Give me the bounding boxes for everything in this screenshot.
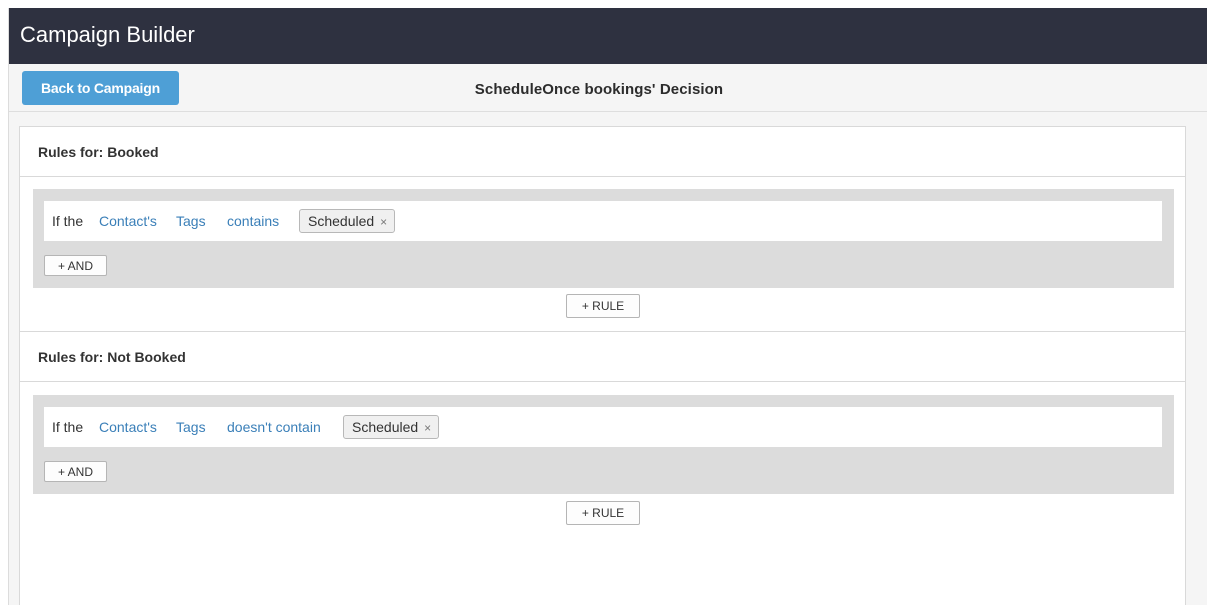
app-title: Campaign Builder	[20, 22, 195, 47]
condition-subject-link[interactable]: Contact's	[99, 213, 157, 229]
decision-title: ScheduleOnce bookings' Decision	[474, 81, 724, 98]
toolbar: Back to Campaign ScheduleOnce bookings' …	[9, 64, 1207, 112]
condition-row: If the Contact's Tags doesn't contain Sc…	[44, 407, 1162, 447]
condition-subject-link[interactable]: Contact's	[99, 419, 157, 435]
campaign-builder-window: Campaign Builder Back to Campaign Schedu…	[8, 8, 1207, 605]
add-rule-button[interactable]: + RULE	[566, 294, 640, 318]
title-bar: Campaign Builder	[9, 8, 1207, 64]
rule-box-not-booked: If the Contact's Tags doesn't contain Sc…	[33, 395, 1174, 494]
add-rule-button[interactable]: + RULE	[566, 501, 640, 525]
tag-chip-label: Scheduled	[352, 419, 419, 435]
rule-box-booked: If the Contact's Tags contains Scheduled…	[33, 189, 1174, 288]
condition-prefix: If the	[52, 419, 84, 435]
condition-field-link[interactable]: Tags	[176, 419, 206, 435]
tag-chip-label: Scheduled	[308, 213, 375, 229]
remove-tag-icon[interactable]: ×	[380, 215, 387, 229]
rules-panel: Rules for: Booked If the Contact's Tags …	[19, 126, 1186, 605]
condition-operator-link[interactable]: doesn't contain	[227, 419, 321, 435]
rules-group-label: Rules for: Booked	[38, 144, 159, 160]
add-and-button[interactable]: + AND	[44, 255, 107, 276]
rules-header-booked: Rules for: Booked	[20, 127, 1185, 177]
condition-operator-link[interactable]: contains	[227, 213, 279, 229]
condition-prefix: If the	[52, 213, 84, 229]
rules-group-label: Rules for: Not Booked	[38, 349, 186, 365]
condition-row: If the Contact's Tags contains Scheduled…	[44, 201, 1162, 241]
rules-header-not-booked: Rules for: Not Booked	[20, 332, 1185, 382]
tag-chip: Scheduled ×	[299, 209, 396, 233]
condition-field-link[interactable]: Tags	[176, 213, 206, 229]
back-to-campaign-button[interactable]: Back to Campaign	[22, 71, 179, 105]
tag-chip: Scheduled ×	[343, 415, 440, 439]
add-and-button[interactable]: + AND	[44, 461, 107, 482]
remove-tag-icon[interactable]: ×	[424, 421, 431, 435]
